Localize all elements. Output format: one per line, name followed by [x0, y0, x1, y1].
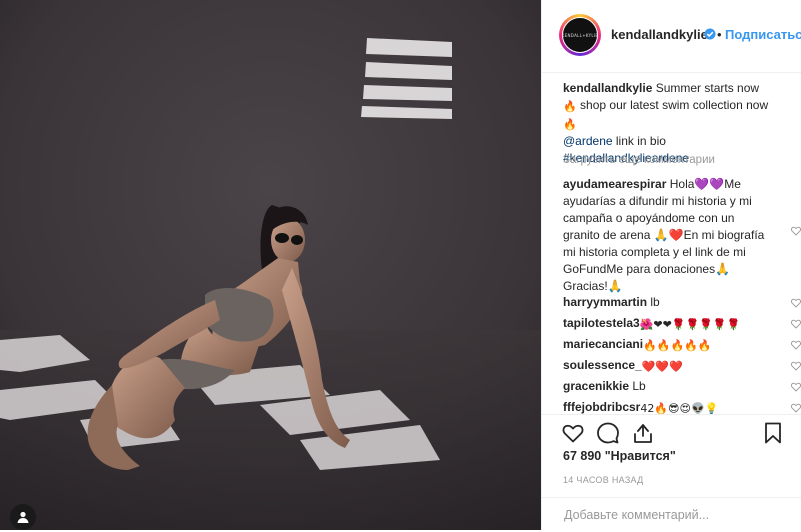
header-dot-separator: • [717, 27, 722, 42]
comment-like-icon[interactable] [791, 382, 801, 392]
comment-text: lb [647, 295, 660, 309]
heart-icon[interactable] [561, 421, 585, 445]
comment-item: harryymmartin lb [563, 294, 771, 311]
verified-badge-icon [704, 28, 716, 40]
add-comment-input[interactable] [562, 507, 786, 523]
comment-like-icon[interactable] [791, 403, 801, 413]
comment-text: 🌺❤❤🌹🌹🌹🌹🌹 [639, 318, 741, 331]
comment-item: mariecanciani 🔥🔥🔥🔥🔥 [563, 336, 771, 354]
header-username[interactable]: kendallandkylie [611, 27, 708, 42]
add-comment-row [542, 497, 801, 532]
comment-like-icon[interactable] [791, 340, 801, 350]
comment-username[interactable]: mariecanciani [563, 337, 643, 351]
likes-label: "Нравится" [601, 449, 676, 463]
caption-text-3: link in bio [612, 134, 666, 148]
share-icon[interactable] [631, 421, 655, 445]
caption-text-2: shop our latest swim collection now [576, 98, 769, 112]
fire-emoji-icon: 🔥 [563, 100, 577, 113]
comment-username[interactable]: fffejobdribcsr [563, 400, 640, 414]
comment-text: Hola💜💜Me ayudarías a difundir mi histori… [563, 177, 765, 293]
post-header: KENDALL+KYLIE kendallandkylie • Подписат… [542, 0, 801, 73]
caption-username[interactable]: kendallandkylie [563, 81, 652, 95]
tag-person-button[interactable] [10, 504, 36, 530]
avatar[interactable]: KENDALL+KYLIE [562, 17, 598, 53]
post-photo[interactable] [0, 0, 541, 530]
comment-text: 🔥🔥🔥🔥🔥 [643, 339, 712, 352]
comment-username[interactable]: harryymmartin [563, 295, 647, 309]
comment-username[interactable]: gracenikkie [563, 379, 629, 393]
bookmark-icon[interactable] [761, 421, 785, 445]
comment-username[interactable]: ayudamearespirar [563, 177, 666, 191]
post-side-panel: KENDALL+KYLIE kendallandkylie • Подписат… [541, 0, 801, 530]
likes-number: 67 890 [563, 449, 602, 463]
comment-icon[interactable] [596, 421, 620, 445]
comment-username[interactable]: tapilotestela3 [563, 316, 640, 330]
caption-mention[interactable]: @ardene [563, 134, 613, 148]
avatar-story-ring[interactable]: KENDALL+KYLIE [559, 14, 601, 56]
follow-button[interactable]: Подписаться [725, 27, 801, 42]
comment-username[interactable]: soulessence_ [563, 358, 642, 372]
caption-text-1: Summer starts now [652, 81, 760, 95]
comment-item: tapilotestela3 🌺❤❤🌹🌹🌹🌹🌹 [563, 315, 771, 333]
comment-like-icon[interactable] [791, 226, 801, 236]
post-actions: 67 890 "Нравится" 14 ЧАСОВ НАЗАД [542, 414, 801, 531]
comment-item: fffejobdribcsr 42🔥😎😍👽💡 [563, 399, 771, 414]
comment-item: ayudamearespirar Hola💜💜Me ayudarías a di… [563, 176, 771, 295]
comment-like-icon[interactable] [791, 298, 801, 308]
post-timestamp[interactable]: 14 ЧАСОВ НАЗАД [563, 475, 644, 485]
comment-text: 42🔥😎😍👽💡 [640, 402, 719, 414]
comment-text: Lb [629, 379, 646, 393]
photo-image [0, 0, 541, 530]
comment-like-icon[interactable] [791, 319, 801, 329]
tag-person-icon [17, 511, 29, 523]
fire-emoji-icon: 🔥 [563, 118, 577, 131]
avatar-logo-text: KENDALL+KYLIE [561, 32, 599, 38]
comment-item: soulessence_ ❤️❤️❤️ [563, 357, 771, 375]
likes-count[interactable]: 67 890 "Нравится" [563, 449, 676, 463]
load-more-comments[interactable]: Загрузить еще комментарии [563, 154, 715, 166]
comments-list[interactable]: kendallandkylie Summer starts now 🔥 shop… [542, 72, 801, 414]
comment-text: ❤️❤️❤️ [641, 360, 683, 373]
comment-item: gracenikkie Lb [563, 378, 771, 395]
comment-like-icon[interactable] [791, 361, 801, 371]
